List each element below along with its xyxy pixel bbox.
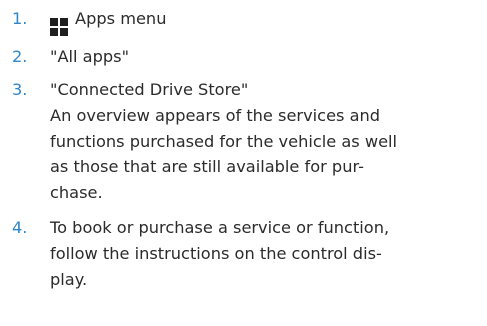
step-text: "All apps" bbox=[50, 46, 130, 66]
note-line: functions purchased for the vehicle as w… bbox=[50, 131, 398, 151]
note-line: chase. bbox=[50, 183, 103, 203]
note-line: as those that are still available for pu… bbox=[50, 157, 364, 177]
step-2: 2. "All apps" bbox=[0, 44, 487, 70]
note-line: An overview appears of the services and bbox=[50, 105, 381, 125]
step-text-line: follow the instructions on the control d… bbox=[50, 243, 382, 263]
result-note: An overview appears of the services and … bbox=[0, 103, 487, 206]
step-number: 2. bbox=[12, 46, 28, 66]
step-4: 4. To book or purchase a service or func… bbox=[0, 215, 487, 292]
step-number: 4. bbox=[12, 217, 28, 237]
step-number: 3. bbox=[12, 79, 28, 99]
step-3: 3. "Connected Drive Store" bbox=[0, 77, 487, 103]
step-text: Apps menu bbox=[75, 9, 167, 28]
instruction-document: 1. Apps menu 2. "All apps" 3. "Connected… bbox=[0, 0, 487, 326]
step-text-line: play. bbox=[50, 269, 88, 289]
step-text: "Connected Drive Store" bbox=[50, 79, 249, 99]
step-number: 1. bbox=[12, 9, 28, 28]
apps-grid-icon bbox=[50, 18, 68, 36]
step-text-line: To book or purchase a service or functio… bbox=[50, 217, 390, 237]
step-1: 1. Apps menu bbox=[0, 6, 487, 36]
